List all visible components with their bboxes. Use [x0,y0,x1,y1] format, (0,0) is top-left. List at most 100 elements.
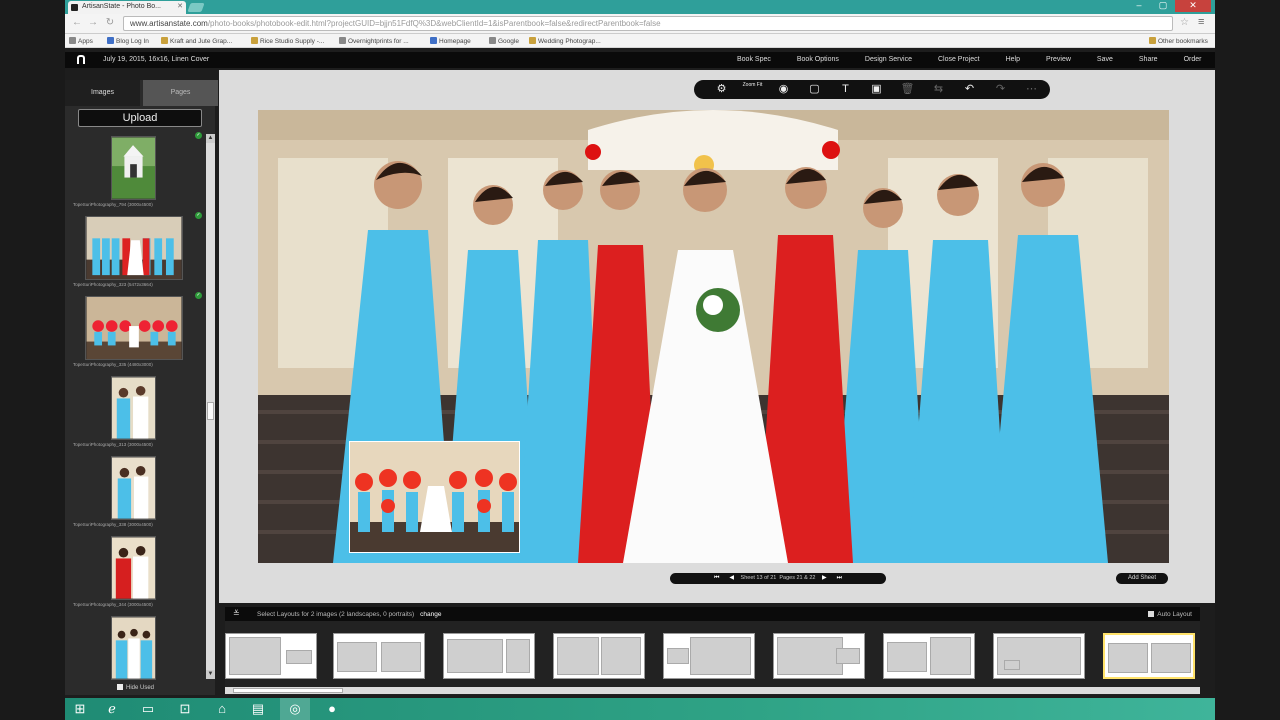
thumbnail-item[interactable] [65,614,205,692]
checkbox-icon [1148,611,1155,617]
layout-option[interactable] [333,633,425,679]
add-sheet-button[interactable]: Add Sheet [1116,573,1168,584]
scrollbar-thumb[interactable] [233,688,343,693]
gear-icon[interactable]: ⚙ [706,80,737,99]
layout-option[interactable] [443,633,535,679]
hide-used-checkbox[interactable]: Hide Used [117,684,154,691]
inset-photo[interactable] [349,441,520,553]
eye-icon[interactable]: ◉ [768,80,799,99]
last-page-icon[interactable]: ⏭ [837,575,842,581]
reload-icon[interactable]: ↻ [104,17,116,28]
layouts-panel: ≚ Select Layouts for 2 images (2 landsca… [225,607,1200,695]
folder-icon [1149,37,1156,44]
maximize-icon[interactable]: ▢ [1151,0,1175,12]
minimize-icon[interactable]: – [1127,0,1151,12]
bookmark-item[interactable]: Blog Log In [107,37,149,45]
artisan-logo-icon[interactable] [77,55,85,64]
bookmark-star-icon[interactable]: ☆ [1180,17,1189,28]
thumbnail-item[interactable]: TopeSuriPhotography_323 (5472x3664) ✓ [65,212,205,292]
layout-option[interactable] [993,633,1085,679]
forward-icon[interactable]: → [87,17,99,28]
zoom-fit-icon[interactable]: Zoom Fit [737,80,768,99]
thumbnail-image [85,296,183,360]
thumbnail-caption: TopeSuriPhotography_794 (3000x4500) [73,202,153,207]
file-explorer-icon[interactable]: ▭ [133,698,163,720]
collapse-chevron-icon[interactable]: ≚ [233,609,240,618]
chrome-icon[interactable]: ◎ [280,698,310,720]
next-page-icon[interactable]: ▶ [822,575,827,581]
thumbnail-scrollbar[interactable]: ▲ ▼ [206,134,215,679]
bookmark-item[interactable]: Homepage [430,37,471,45]
scrollbar-thumb[interactable] [207,402,214,420]
layout-option[interactable] [553,633,645,679]
site-icon [107,37,114,44]
layout-option[interactable] [663,633,755,679]
thumbnail-item[interactable]: TopeSuriPhotography_313 (3000x4500) [65,374,205,452]
app-icon[interactable]: ⊡ [170,698,200,720]
text-icon[interactable]: T [830,80,861,99]
panel-tabs: Images Pages [65,80,218,106]
tab-pages[interactable]: Pages [143,80,218,106]
inset-image [350,442,519,552]
ie-icon[interactable]: ℯ [97,698,127,720]
pages-indicator: Pages 21 & 22 [779,575,816,581]
trash-icon[interactable]: 🗑 [892,80,923,99]
more-icon[interactable]: ⋯ [1016,80,1047,99]
menu-order[interactable]: Order [1184,56,1202,63]
image-tool-icon[interactable]: ▣ [861,80,892,99]
bookmark-item[interactable]: Rice Studio Supply -... [251,37,324,45]
redo-icon[interactable]: ↷ [985,80,1016,99]
frame-icon[interactable]: ▢ [799,80,830,99]
bookmark-item[interactable]: Google [489,37,519,45]
home-icon[interactable]: ⌂ [207,698,237,720]
app-header: July 19, 2015, 16x16, Linen Cover Book S… [65,52,1215,68]
thumbnail-item[interactable]: TopeSuriPhotography_344 (3000x4500) [65,534,205,612]
main-photo[interactable] [258,110,1169,563]
menu-book-spec[interactable]: Book Spec [737,56,771,63]
scroll-down-icon[interactable]: ▼ [206,670,215,679]
browser-tab[interactable]: ArtisanState - Photo Bo... ✕ [68,1,186,14]
close-tab-icon[interactable]: ✕ [177,2,183,10]
menu-preview[interactable]: Preview [1046,56,1071,63]
tab-images[interactable]: Images [65,80,140,106]
close-window-icon[interactable]: ✕ [1175,0,1211,12]
obs-icon[interactable]: ● [317,698,347,720]
window-icon[interactable]: ▤ [243,698,273,720]
first-page-icon[interactable]: ⏮ [714,575,719,581]
swap-icon[interactable]: ⇆ [923,80,954,99]
thumbnail-item[interactable]: TopeSuriPhotography_335 (4480x3000) ✓ [65,292,205,372]
checkbox-icon [117,684,123,690]
menu-book-options[interactable]: Book Options [797,56,839,63]
back-icon[interactable]: ← [71,17,83,28]
prev-page-icon[interactable]: ◀ [729,575,734,581]
address-input[interactable]: www.artisanstate.com/photo-books/photobo… [123,16,1173,31]
scroll-up-icon[interactable]: ▲ [206,134,215,143]
layout-option[interactable] [225,633,317,679]
undo-icon[interactable]: ↶ [954,80,985,99]
menu-close-project[interactable]: Close Project [938,56,980,63]
layouts-scrollbar[interactable] [225,687,1200,694]
layout-option[interactable] [773,633,865,679]
bookmark-apps[interactable]: Apps [69,37,93,45]
auto-layout-checkbox[interactable]: Auto Layout [1148,611,1192,618]
thumbnail-image [111,616,156,680]
change-link[interactable]: change [420,611,441,618]
menu-save[interactable]: Save [1097,56,1113,63]
used-check-icon: ✓ [195,212,202,219]
bookmark-item[interactable]: Overnightprints for ... [339,37,409,45]
chrome-menu-icon[interactable]: ≡ [1198,16,1204,28]
thumbnail-item[interactable]: TopeSuriPhotography_794 (3000x4500) ✓ [65,132,205,212]
thumbnail-item[interactable]: TopeSuriPhotography_338 (3000x4500) [65,454,205,532]
bookmark-item[interactable]: Kraft and Jute Grap... [161,37,232,45]
new-tab-button[interactable] [187,3,205,12]
thumbnail-image [85,216,183,280]
menu-share[interactable]: Share [1139,56,1158,63]
bookmark-item[interactable]: Wedding Photograp... [529,37,601,45]
layout-option-selected[interactable] [1103,633,1195,679]
layout-option[interactable] [883,633,975,679]
menu-design-service[interactable]: Design Service [865,56,912,63]
windows-start-icon[interactable]: ⊞ [65,698,95,720]
bookmark-other[interactable]: Other bookmarks [1149,37,1208,45]
upload-button[interactable]: Upload [78,109,202,127]
menu-help[interactable]: Help [1006,56,1020,63]
